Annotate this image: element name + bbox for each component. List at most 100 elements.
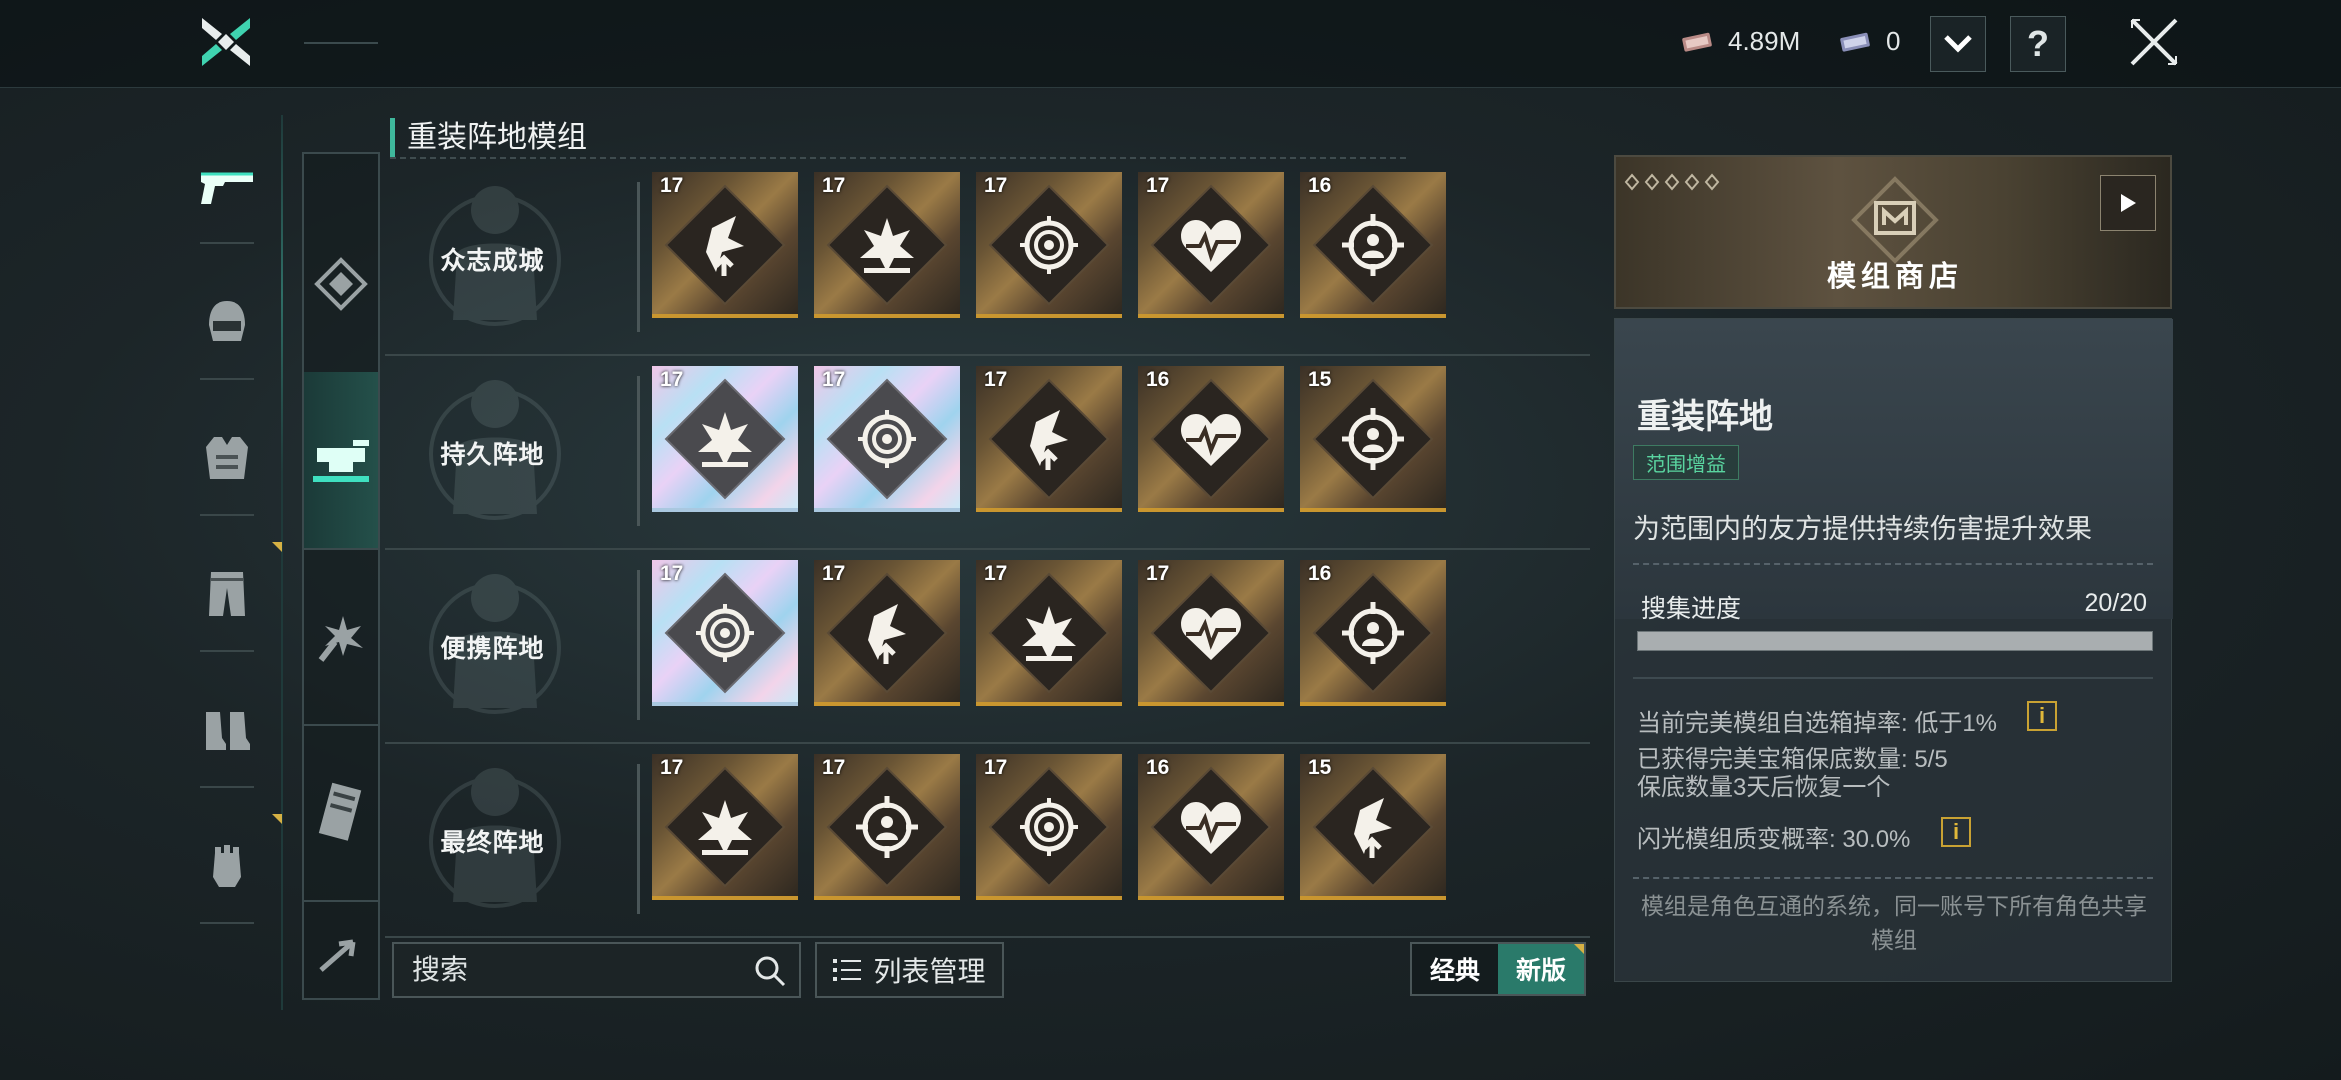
card-level: 16 — [1308, 174, 1332, 197]
currency-2: 0 — [1838, 26, 1900, 57]
currency-1: 4.89M — [1680, 26, 1800, 57]
title-divider — [390, 157, 1406, 159]
pity-recover-text: 保底数量3天后恢复一个 — [1637, 774, 1891, 801]
module-card[interactable]: 16 — [1138, 366, 1284, 512]
vest-icon — [206, 437, 248, 479]
ammo-box-icon — [318, 782, 362, 841]
detail-divider — [1633, 563, 2153, 565]
row-label[interactable]: 众志成城 — [385, 162, 600, 356]
grenade-burst-icon — [318, 616, 363, 662]
nav-item-weapon[interactable] — [190, 128, 264, 248]
module-card[interactable]: 17 — [652, 754, 798, 900]
pistol-icon — [201, 172, 253, 204]
arrow-icon — [319, 939, 356, 972]
module-card[interactable]: 17 — [814, 172, 960, 318]
nav-item-boots[interactable] — [190, 670, 264, 790]
dropdown-button[interactable] — [1930, 16, 1986, 72]
module-card[interactable]: 17 — [976, 366, 1122, 512]
category-spacer — [304, 2, 378, 44]
view-toggle: 经典 新版 — [1410, 942, 1586, 996]
close-icon — [2130, 18, 2178, 66]
list-manage-button[interactable]: 列表管理 — [815, 942, 1004, 998]
new-badge — [1574, 944, 1584, 954]
card-level: 17 — [984, 368, 1008, 391]
nav-item-gloves[interactable] — [190, 806, 264, 926]
nav-item-pants[interactable] — [190, 534, 264, 654]
module-card[interactable]: 16 — [1300, 560, 1446, 706]
module-card[interactable]: 17 — [652, 366, 798, 512]
card-level: 16 — [1146, 368, 1170, 391]
close-button[interactable] — [2128, 16, 2180, 68]
helmet-icon — [209, 301, 245, 341]
pants-icon — [209, 572, 245, 616]
card-level: 17 — [1146, 562, 1170, 585]
game-logo-icon — [196, 12, 256, 72]
detail-tag: 范围增益 — [1633, 445, 1739, 480]
nav-item-armor[interactable] — [190, 398, 264, 518]
nav-divider — [200, 514, 254, 516]
module-card[interactable]: 17 — [652, 560, 798, 706]
module-card[interactable]: 15 — [1300, 366, 1446, 512]
shop-emblem-icon — [1851, 176, 1939, 264]
module-card[interactable]: 17 — [976, 172, 1122, 318]
detail-title: 重装阵地 — [1637, 398, 1773, 436]
module-card[interactable]: 17 — [814, 560, 960, 706]
module-card[interactable]: 15 — [1300, 754, 1446, 900]
module-card[interactable]: 17 — [976, 754, 1122, 900]
search-input[interactable]: 搜索 — [412, 944, 468, 996]
row-label[interactable]: 持久阵地 — [385, 356, 600, 550]
card-level: 17 — [984, 174, 1008, 197]
info-icon[interactable]: i — [1941, 817, 1971, 847]
module-card[interactable]: 17 — [814, 754, 960, 900]
category-grenade[interactable] — [304, 548, 378, 726]
category-column — [302, 42, 380, 1000]
module-card[interactable]: 16 — [1300, 172, 1446, 318]
card-level: 16 — [1146, 756, 1170, 779]
row-divider — [637, 182, 640, 332]
new-badge — [272, 542, 282, 552]
ticket-icon — [1840, 32, 1870, 52]
card-level: 17 — [1146, 174, 1170, 197]
play-arrow-icon — [2121, 194, 2136, 212]
left-nav — [190, 120, 282, 1010]
shop-arrow-button[interactable] — [2100, 175, 2156, 231]
progress-label: 搜集进度 — [1641, 595, 1742, 623]
info-icon[interactable]: i — [2027, 701, 2057, 731]
drop-rate-text: 当前完美模组自选箱掉率: 低于1% — [1637, 710, 1998, 737]
nav-indicator-line — [281, 115, 283, 1010]
module-card[interactable]: 17 — [1138, 172, 1284, 318]
detail-description: 为范围内的友方提供持续伤害提升效果 — [1633, 514, 2092, 544]
nav-divider — [200, 378, 254, 380]
section-title: 重装阵地模组 — [390, 118, 587, 158]
card-level: 17 — [822, 756, 846, 779]
nav-divider — [200, 922, 254, 924]
category-more[interactable] — [304, 900, 378, 1000]
module-card[interactable]: 17 — [652, 172, 798, 318]
module-card[interactable]: 17 — [976, 560, 1122, 706]
module-shop-banner[interactable]: 模组商店 — [1614, 155, 2172, 309]
module-card[interactable]: 16 — [1138, 754, 1284, 900]
nav-item-helmet[interactable] — [190, 262, 264, 382]
row-label[interactable]: 便携阵地 — [385, 550, 600, 744]
list-icon — [833, 959, 862, 981]
search-box[interactable]: 搜索 — [392, 942, 801, 998]
category-turret[interactable] — [304, 372, 378, 550]
module-card[interactable]: 17 — [1138, 560, 1284, 706]
category-ammo[interactable] — [304, 724, 378, 902]
toggle-classic[interactable]: 经典 — [1412, 944, 1498, 994]
search-icon[interactable] — [753, 954, 787, 988]
card-level: 17 — [822, 174, 846, 197]
module-card[interactable]: 17 — [814, 366, 960, 512]
shop-label: 模组商店 — [1826, 261, 1963, 293]
toggle-new[interactable]: 新版 — [1498, 944, 1584, 994]
nav-divider — [200, 650, 254, 652]
help-label: ? — [2027, 23, 2049, 64]
help-button[interactable]: ? — [2010, 16, 2066, 72]
glove-icon — [213, 845, 241, 887]
category-shield[interactable] — [304, 196, 378, 374]
card-level: 17 — [660, 756, 684, 779]
rank-diamonds-icon — [1624, 173, 1720, 191]
row-label[interactable]: 最终阵地 — [385, 744, 600, 938]
progress-bar — [1637, 631, 2153, 651]
nav-divider — [200, 786, 254, 788]
